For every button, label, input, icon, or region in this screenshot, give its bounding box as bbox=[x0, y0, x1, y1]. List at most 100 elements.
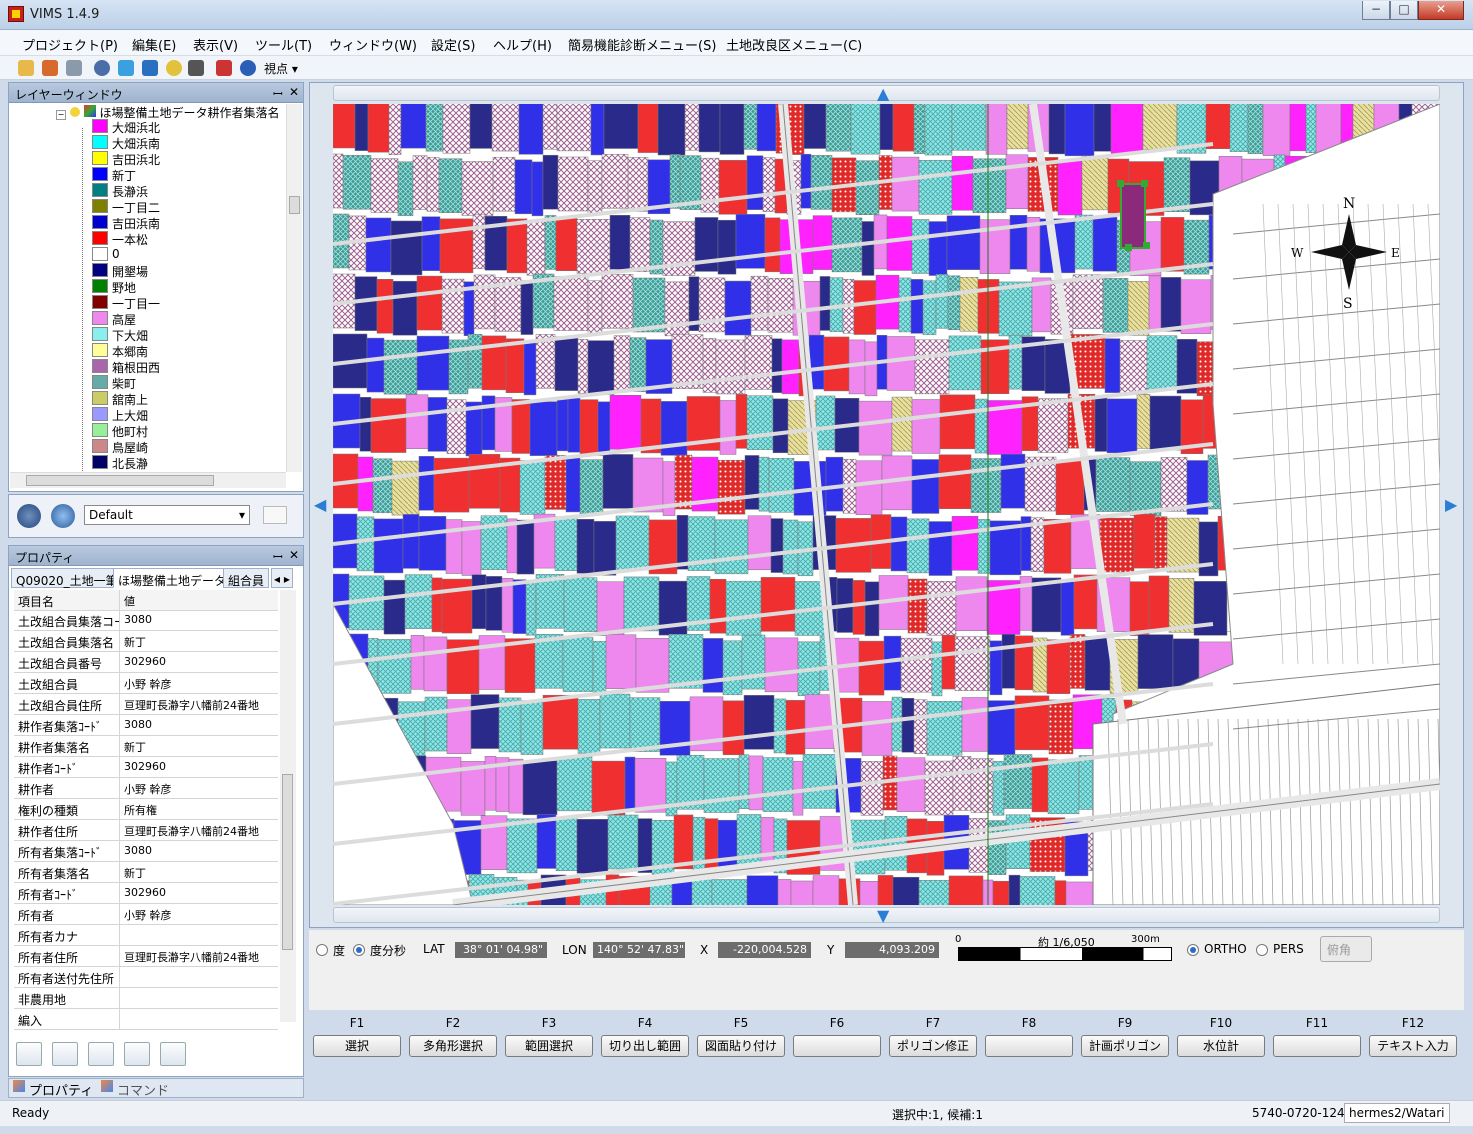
parcel[interactable] bbox=[782, 519, 799, 575]
layer-item[interactable]: 他町村 bbox=[84, 422, 284, 439]
parcel[interactable] bbox=[1119, 340, 1148, 395]
parcel[interactable] bbox=[770, 518, 784, 573]
parcel[interactable] bbox=[1074, 214, 1094, 270]
parcel[interactable] bbox=[892, 104, 915, 152]
parcel[interactable] bbox=[772, 398, 789, 454]
parcel[interactable] bbox=[514, 159, 533, 215]
parcel[interactable] bbox=[947, 275, 961, 331]
parcel[interactable] bbox=[388, 104, 402, 155]
parcel[interactable] bbox=[913, 699, 928, 754]
parcel[interactable] bbox=[556, 396, 569, 452]
parcel-map[interactable]: N S E W bbox=[333, 104, 1440, 905]
parcel[interactable] bbox=[383, 339, 418, 395]
parcel[interactable] bbox=[918, 880, 950, 905]
tilt-button[interactable]: 俯角 bbox=[1320, 936, 1372, 962]
parcel[interactable] bbox=[717, 219, 737, 275]
parcel[interactable] bbox=[698, 104, 721, 153]
parcel[interactable] bbox=[702, 638, 724, 693]
parcel[interactable] bbox=[609, 394, 642, 450]
parcel[interactable] bbox=[333, 104, 356, 149]
parcel[interactable] bbox=[892, 876, 920, 905]
tab-properties[interactable]: プロパティ bbox=[29, 1080, 93, 1099]
menu-diagnosis[interactable]: 簡易機能診断メニュー(S) bbox=[568, 35, 716, 54]
parcel[interactable] bbox=[1093, 104, 1112, 152]
parcel[interactable] bbox=[373, 518, 404, 574]
parcel[interactable] bbox=[601, 274, 634, 329]
parcel[interactable] bbox=[370, 398, 407, 453]
parcel[interactable] bbox=[426, 157, 440, 212]
parcel[interactable] bbox=[609, 214, 631, 270]
parcel[interactable] bbox=[714, 519, 749, 575]
parcel[interactable] bbox=[886, 336, 916, 391]
parcel[interactable] bbox=[724, 280, 752, 336]
visibility-icon[interactable] bbox=[69, 107, 80, 117]
parcel[interactable] bbox=[623, 576, 660, 632]
menu-view[interactable]: 表示(V) bbox=[193, 35, 238, 54]
binoculars-icon[interactable] bbox=[188, 60, 204, 76]
parcel[interactable] bbox=[1094, 397, 1108, 452]
parcel[interactable] bbox=[1102, 278, 1129, 333]
parcel[interactable] bbox=[998, 281, 1033, 337]
radio-pers[interactable] bbox=[1256, 944, 1268, 956]
parcel[interactable] bbox=[722, 640, 743, 696]
parcel[interactable] bbox=[366, 337, 385, 393]
scroll-thumb[interactable] bbox=[26, 475, 214, 486]
parcel[interactable] bbox=[736, 814, 762, 869]
parcel[interactable] bbox=[442, 104, 471, 154]
parcel[interactable] bbox=[563, 577, 598, 632]
parcel[interactable] bbox=[768, 458, 795, 513]
parcel[interactable] bbox=[520, 700, 544, 755]
parcel[interactable] bbox=[1305, 104, 1317, 154]
parcel[interactable] bbox=[1136, 394, 1151, 449]
parcel[interactable] bbox=[771, 338, 783, 393]
parcel[interactable] bbox=[555, 816, 578, 872]
parcel[interactable] bbox=[702, 338, 717, 393]
parcel[interactable] bbox=[900, 637, 933, 693]
parcel[interactable] bbox=[825, 104, 852, 152]
parcel[interactable] bbox=[1262, 104, 1291, 156]
parcel[interactable] bbox=[410, 635, 425, 690]
parcel[interactable] bbox=[941, 634, 956, 690]
edit-record-icon[interactable] bbox=[124, 1042, 150, 1066]
parcel[interactable] bbox=[922, 280, 937, 336]
parcel[interactable] bbox=[938, 454, 972, 509]
parcel[interactable] bbox=[531, 161, 544, 217]
parcel[interactable] bbox=[468, 454, 501, 509]
layer-item[interactable]: 上大畑 bbox=[84, 406, 284, 423]
fkey-button[interactable]: 図面貼り付け bbox=[697, 1035, 785, 1057]
parcel[interactable] bbox=[657, 104, 686, 156]
parcel[interactable] bbox=[601, 154, 629, 209]
parcel[interactable] bbox=[855, 160, 880, 216]
parcel[interactable] bbox=[861, 701, 893, 756]
parcel[interactable] bbox=[928, 521, 953, 576]
parcel[interactable] bbox=[747, 515, 772, 571]
parcel[interactable] bbox=[719, 400, 737, 455]
parcel[interactable] bbox=[777, 879, 792, 905]
parcel[interactable] bbox=[735, 394, 748, 449]
parcel[interactable] bbox=[431, 577, 443, 633]
parcel[interactable] bbox=[602, 454, 634, 509]
parcel[interactable] bbox=[637, 818, 653, 873]
parcel[interactable] bbox=[491, 104, 520, 152]
parcel[interactable] bbox=[722, 700, 745, 756]
parcel[interactable] bbox=[506, 218, 528, 274]
parcel[interactable] bbox=[469, 104, 493, 149]
tools-icon[interactable] bbox=[216, 60, 232, 76]
parcel[interactable] bbox=[673, 814, 694, 870]
parcel[interactable] bbox=[505, 338, 525, 394]
property-row[interactable]: 所有者集落名 新丁 bbox=[14, 862, 278, 883]
parcel[interactable] bbox=[1001, 634, 1016, 689]
parcel[interactable] bbox=[613, 335, 631, 390]
parcel[interactable] bbox=[492, 156, 516, 212]
parcel[interactable] bbox=[472, 214, 486, 270]
copy-icon[interactable] bbox=[88, 1042, 114, 1066]
parcel[interactable] bbox=[781, 339, 800, 395]
parcel[interactable] bbox=[512, 579, 527, 634]
property-row[interactable]: 所有者 小野 幹彦 bbox=[14, 904, 278, 925]
parcel[interactable] bbox=[1008, 874, 1021, 905]
menu-edit[interactable]: 編集(E) bbox=[132, 35, 176, 54]
parcel[interactable] bbox=[1048, 699, 1074, 755]
parcel[interactable] bbox=[717, 459, 746, 515]
parcel[interactable] bbox=[883, 635, 902, 691]
parcel[interactable] bbox=[1160, 217, 1185, 272]
